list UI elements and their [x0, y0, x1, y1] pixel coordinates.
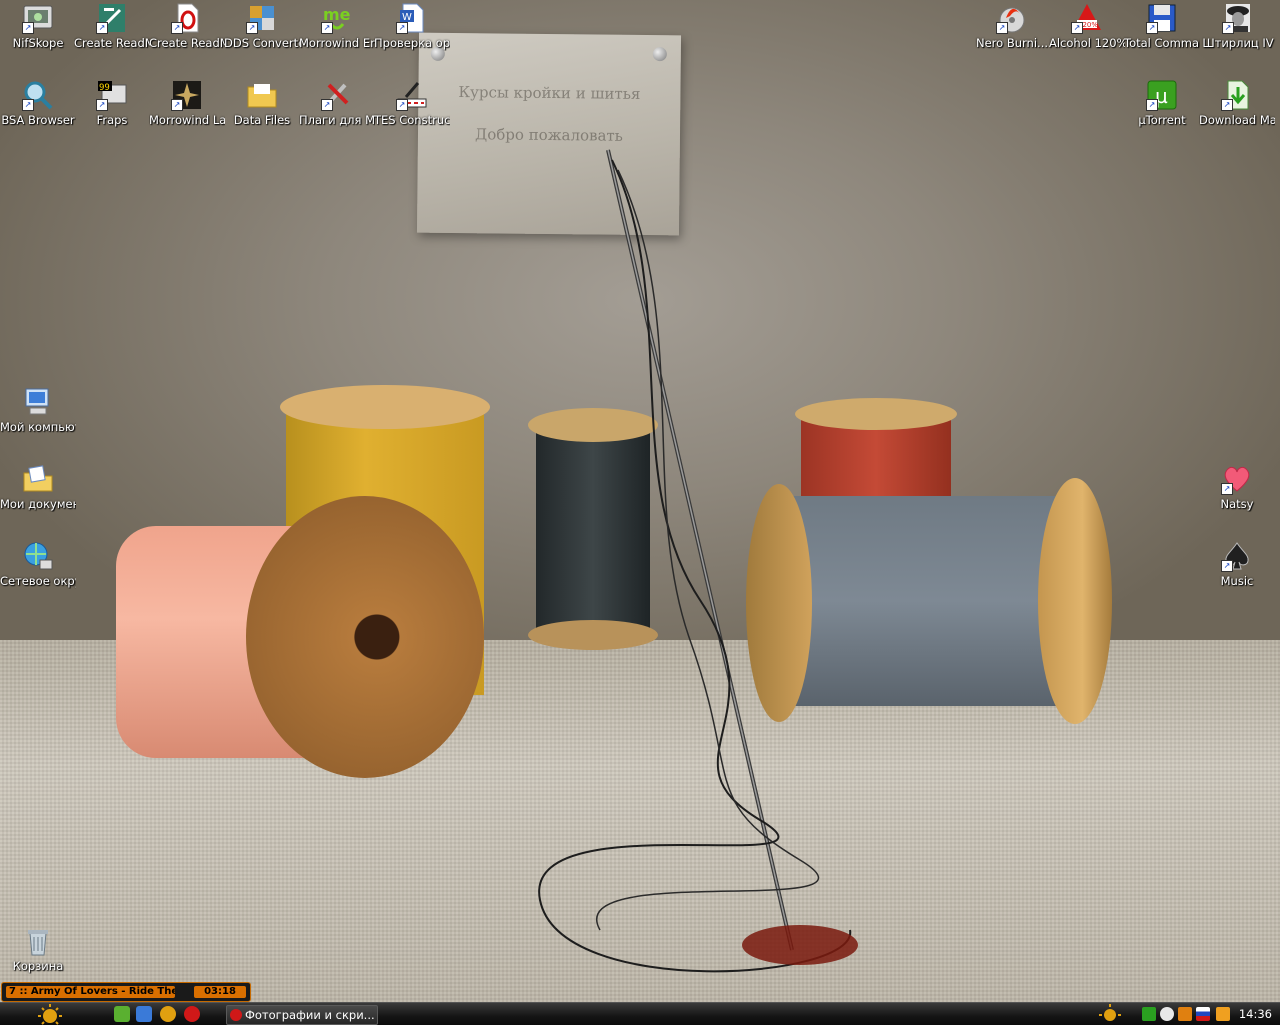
nero-icon: ↗ — [996, 2, 1028, 34]
winamp-time[interactable]: 03:18 — [194, 986, 246, 998]
utorrent-icon: µ ↗ — [1146, 79, 1178, 111]
network-icon — [22, 540, 54, 572]
fraps-icon: 99 ↗ — [96, 79, 128, 111]
tray-utorrent-icon[interactable] — [1142, 1007, 1156, 1021]
desktop-icon-my-documents[interactable]: Мои документы — [0, 463, 76, 512]
tray-note-icon[interactable] — [1216, 1007, 1230, 1021]
desktop-icon-morrowind-enchant[interactable]: me ↗ Morrowind Enchant... — [299, 2, 375, 51]
desktop-icon-morrowind-launcher[interactable]: ↗ Morrowind Launcher — [149, 79, 225, 128]
quicklaunch-network-icon[interactable] — [114, 1006, 130, 1022]
desktop-icon-fraps[interactable]: 99 ↗ Fraps — [74, 79, 150, 128]
desktop-icon-total-commander[interactable]: ↗ Total Commander — [1124, 2, 1200, 51]
desktop-icon-recycle-bin[interactable]: Корзина — [0, 925, 76, 974]
taskbar-window-label: Фотографии и скри... — [245, 1008, 375, 1022]
desktop-icon-natsy[interactable]: ↗ Natsy — [1199, 463, 1275, 512]
desktop-icon-nifskope[interactable]: ↗ NifSkope — [0, 2, 76, 51]
create-readme-icon: ↗ — [96, 2, 128, 34]
desktop-icon-utorrent[interactable]: µ ↗ µTorrent — [1124, 79, 1200, 128]
floppy-icon: ↗ — [1146, 2, 1178, 34]
heart-icon: ↗ — [1221, 463, 1253, 495]
officer-portrait-icon: ↗ — [1222, 2, 1254, 34]
document-icon: ↗ — [171, 2, 203, 34]
desktop-icon-tes-construction[interactable]: ↗ TES Constructi... — [374, 79, 450, 128]
clock[interactable]: 14:36 — [1239, 1003, 1272, 1025]
winamp-track-title[interactable]: 7 :: Army Of Lovers - Ride The B — [6, 986, 175, 998]
desktop-icon-alcohol[interactable]: 120% ↗ Alcohol 120% — [1049, 2, 1125, 51]
alcohol-icon: 120% ↗ — [1071, 2, 1103, 34]
construction-icon: ↗ — [396, 79, 428, 111]
system-tray: 14:36 — [1090, 1003, 1280, 1025]
desktop-wallpaper: Курсы кройки и шитья Добро пожаловать — [0, 0, 1280, 1002]
tray-update-icon[interactable] — [1160, 1007, 1174, 1021]
start-button[interactable] — [18, 1003, 82, 1025]
recycle-bin-icon — [22, 925, 54, 957]
me-icon: me ↗ — [321, 5, 351, 34]
documents-folder-icon — [22, 463, 54, 495]
computer-icon — [22, 386, 54, 418]
desktop-icon-network[interactable]: Сетевое окружение — [0, 540, 76, 589]
sun-logo-icon — [38, 1004, 62, 1025]
winamp-bar[interactable]: 7 :: Army Of Lovers - Ride The B 03:18 — [1, 982, 251, 1002]
taskbar-window-button[interactable]: Фотографии и скри... — [226, 1005, 378, 1025]
dds-converter-icon: ↗ — [246, 2, 278, 34]
tray-player-icon[interactable] — [1178, 1007, 1192, 1021]
morrowind-icon: ↗ — [171, 79, 203, 111]
nifskope-icon: ↗ — [22, 2, 54, 34]
desktop-icon-dds-converter[interactable]: ↗ DDS Converter — [224, 2, 300, 51]
opera-icon — [230, 1009, 242, 1021]
quicklaunch-opera-icon[interactable] — [184, 1006, 200, 1022]
desktop-icon-create-readme-2[interactable]: ↗ Create ReadM... — [149, 2, 225, 51]
taskbar: Фотографии и скри... 14:36 — [0, 1002, 1280, 1025]
desktop-icon-shtirlits[interactable]: ↗ Штирлиц IV — [1200, 2, 1276, 51]
sun-logo-icon — [1099, 1004, 1121, 1021]
desktop-icon-bsa-browser[interactable]: ↗ BSA Browser — [0, 79, 76, 128]
word-document-icon: W ↗ — [396, 2, 428, 34]
desktop-icon-download-master[interactable]: ↗ Download Master — [1199, 79, 1275, 128]
svg-text:99: 99 — [99, 83, 110, 93]
desktop-icon-data-files[interactable]: Data Files — [224, 79, 300, 128]
quicklaunch-ie-icon[interactable] — [136, 1006, 152, 1022]
magnifier-icon: ↗ — [22, 79, 54, 111]
desktop-icon-plagi[interactable]: ↗ Плаги для Morrowind — [299, 79, 375, 128]
desktop-icon-my-computer[interactable]: Мой компьютер — [0, 386, 76, 435]
desktop-icon-create-readme[interactable]: ↗ Create ReadMe — [74, 2, 150, 51]
desktop-icon-proverka[interactable]: W ↗ Проверка орфограф... — [374, 2, 450, 51]
language-flag-icon[interactable] — [1196, 1007, 1210, 1021]
folder-icon — [246, 79, 278, 111]
tools-icon: ↗ — [321, 79, 353, 111]
spade-icon: ↗ — [1221, 540, 1253, 572]
desktop-icon-music[interactable]: ↗ Music — [1199, 540, 1275, 589]
download-icon: ↗ — [1221, 79, 1253, 111]
desktop-icon-nero[interactable]: ↗ Nero Burni... — [974, 2, 1050, 51]
quicklaunch-aimp-icon[interactable] — [160, 1006, 176, 1022]
needle-thread — [538, 149, 858, 973]
